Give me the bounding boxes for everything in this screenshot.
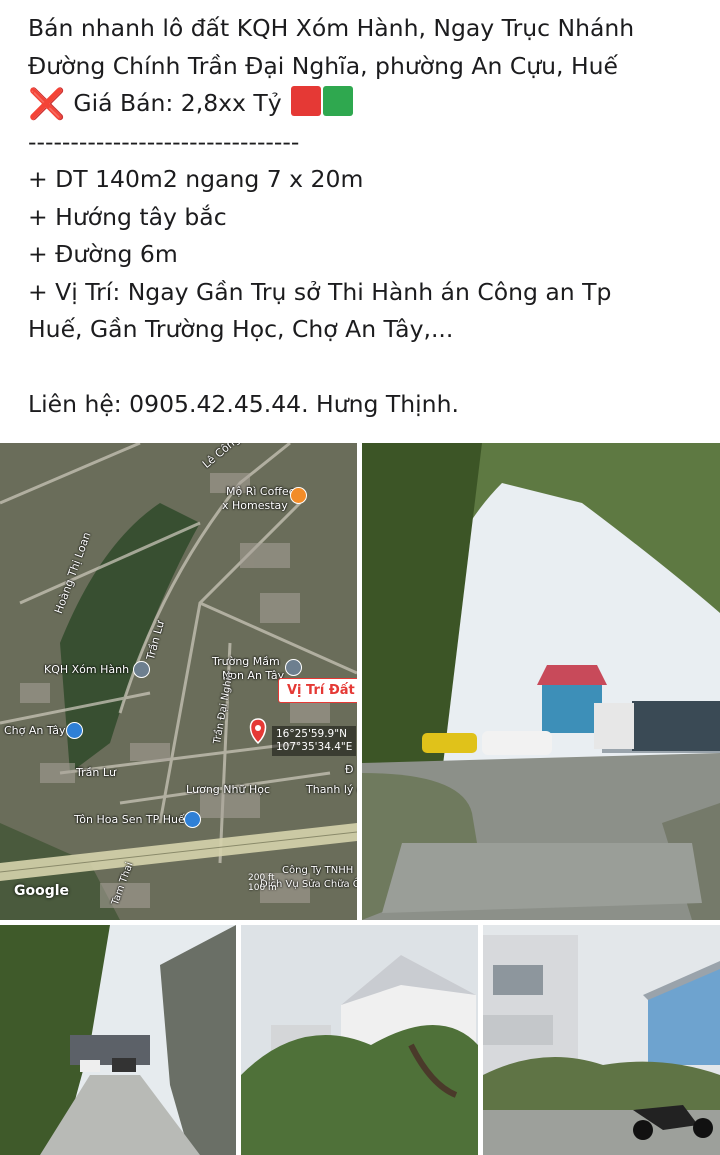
latitude: 16°25'59.9"N bbox=[276, 728, 347, 740]
green-square-icon bbox=[323, 86, 354, 116]
detail-location-line-2: Huế, Gần Trường Học, Chợ An Tây,... bbox=[28, 315, 454, 343]
cross-mark-icon: ❌ bbox=[28, 87, 66, 122]
map-label-mo-ri-coffee: Mộ Rì Coffee bbox=[226, 485, 296, 498]
map-label-d: Đ bbox=[345, 763, 354, 776]
location-pin-label: Vị Trí Đất bbox=[278, 678, 357, 703]
school-icon[interactable] bbox=[133, 661, 150, 678]
map-image[interactable]: Lê Công Hành Mộ Rì Coffee x Homestay Hoà… bbox=[0, 443, 357, 920]
alley-photo-drawing bbox=[0, 925, 236, 1155]
store-icon[interactable] bbox=[184, 811, 201, 828]
map-scale: 200 ft 100 m bbox=[248, 873, 277, 893]
coordinates-readout: 16°25'59.9"N 107°35'34.4"E bbox=[272, 726, 357, 756]
price-line: ❌ Giá Bán: 2,8xx Tỷ bbox=[28, 85, 708, 124]
land-lot-photo[interactable] bbox=[483, 925, 720, 1155]
street-photo[interactable] bbox=[362, 443, 720, 920]
map-label-truong-mam: Trường Mầm bbox=[212, 655, 280, 668]
detail-location-line-1: + Vị Trí: Ngay Gần Trụ sở Thi Hành án Cô… bbox=[28, 277, 612, 306]
house-photo-drawing bbox=[241, 925, 478, 1155]
market-icon[interactable] bbox=[66, 722, 83, 739]
map-label-luong-nhu-hoc: Lương Nhữ Học bbox=[186, 783, 270, 796]
detail-road: + Đường 6m bbox=[28, 240, 178, 268]
map-label-cong-ty: Công Ty TNHH bbox=[282, 865, 354, 876]
map-label-tran-lu-bottom: Trần Lư bbox=[76, 766, 116, 779]
map-label-kqh: KQH Xóm Hành bbox=[44, 663, 130, 676]
kindergarten-icon[interactable] bbox=[285, 659, 302, 676]
cafe-icon[interactable] bbox=[290, 487, 307, 504]
land-lot-photo-drawing bbox=[483, 925, 720, 1155]
map-label-thanh-ly: Thanh lý c bbox=[306, 783, 357, 796]
longitude: 107°35'34.4"E bbox=[276, 741, 353, 753]
post-title-line-1: Bán nhanh lô đất KQH Xóm Hành, Ngay Trục… bbox=[28, 14, 635, 42]
map-label-cho-an-tay: Chợ An Tây bbox=[4, 724, 66, 737]
red-square-icon bbox=[291, 86, 322, 116]
house-photo[interactable] bbox=[241, 925, 478, 1155]
map-label-homestay: x Homestay bbox=[222, 499, 288, 512]
post-title-line-2: Đường Chính Trần Đại Nghĩa, phường An Cự… bbox=[28, 51, 619, 80]
contact-line: Liên hệ: 0905.42.45.44. Hưng Thịnh. bbox=[28, 390, 459, 418]
detail-area: + DT 140m2 ngang 7 x 20m bbox=[28, 165, 364, 193]
alley-photo[interactable] bbox=[0, 925, 236, 1155]
map-label-ton-hoa-sen: Tôn Hoa Sen TP Huế bbox=[74, 813, 185, 826]
post-text: Bán nhanh lô đất KQH Xóm Hành, Ngay Trục… bbox=[28, 10, 708, 424]
street-photo-drawing bbox=[362, 443, 720, 920]
price-text: Giá Bán: 2,8xx Tỷ bbox=[73, 89, 282, 117]
separator: -------------------------------- bbox=[28, 127, 300, 156]
detail-direction: + Hướng tây bắc bbox=[28, 202, 227, 231]
scale-meters: 100 m bbox=[248, 883, 277, 893]
scale-feet: 200 ft bbox=[248, 873, 275, 883]
google-logo: Google bbox=[14, 883, 70, 899]
